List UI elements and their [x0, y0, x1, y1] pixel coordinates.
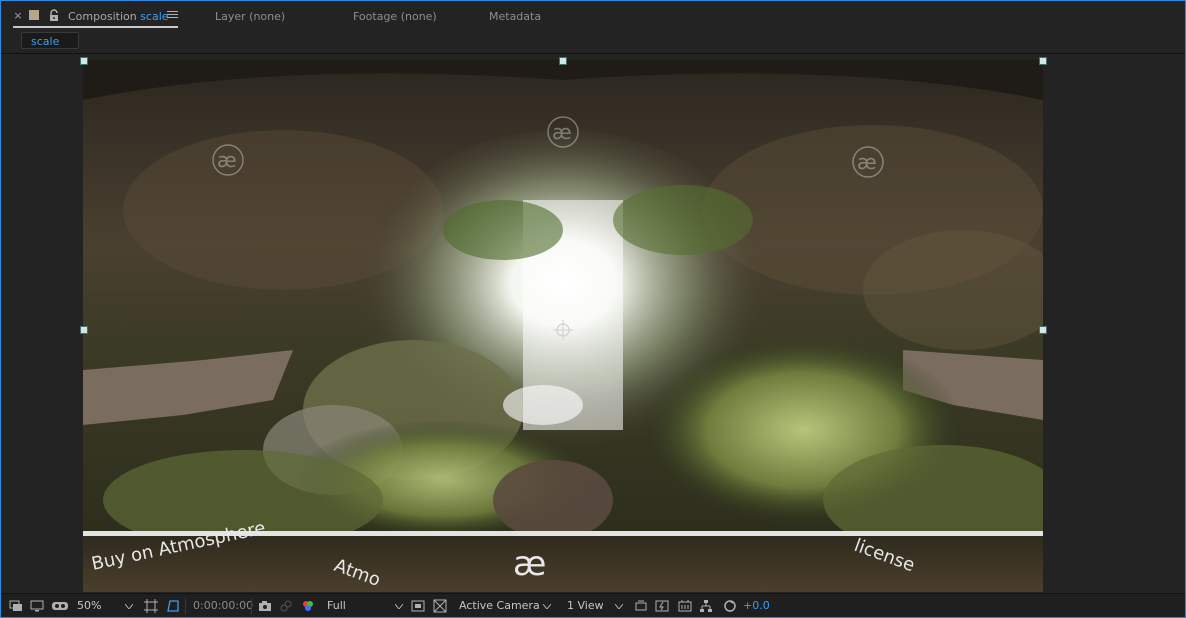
- panel-tab-bar: × Composition scale Layer (none) Footage…: [1, 1, 1185, 31]
- resolution-value: Full: [327, 599, 346, 612]
- view-layout-value: 1 View: [567, 599, 604, 612]
- active-tab-indicator: [13, 26, 178, 28]
- resolution-dropdown[interactable]: Full: [327, 597, 407, 614]
- show-snapshot-icon[interactable]: [279, 599, 293, 613]
- transparency-grid-icon[interactable]: [433, 599, 447, 613]
- zoom-dropdown[interactable]: 50%: [77, 597, 137, 614]
- tab-composition-label: Composition: [68, 10, 137, 23]
- flowchart-icon[interactable]: [699, 599, 713, 613]
- fast-previews-icon[interactable]: [655, 599, 669, 613]
- zoom-value: 50%: [77, 599, 102, 612]
- layer-handle-middle-right[interactable]: [1039, 326, 1047, 334]
- viewer-toolbar: 50% 0:00:00:00 Full Active Camera 1 View…: [1, 593, 1185, 617]
- color-channels-icon[interactable]: [301, 599, 315, 613]
- composition-chip[interactable]: scale: [21, 32, 79, 49]
- always-preview-icon[interactable]: [9, 599, 23, 613]
- camera-snapshot-icon[interactable]: [258, 599, 272, 613]
- tab-metadata[interactable]: Metadata: [489, 10, 541, 23]
- chevron-down-icon: [543, 604, 551, 609]
- separator: [251, 598, 252, 614]
- layer-handle-top-left[interactable]: [80, 57, 88, 65]
- reset-exposure-icon[interactable]: [723, 599, 737, 613]
- view-layout-dropdown[interactable]: 1 View: [567, 597, 629, 614]
- layer-handle-top-right[interactable]: [1039, 57, 1047, 65]
- chevron-down-icon: [615, 604, 623, 609]
- tab-composition[interactable]: Composition scale: [68, 10, 169, 23]
- panel-menu-icon[interactable]: [167, 9, 178, 21]
- composition-panel: × Composition scale Layer (none) Footage…: [0, 0, 1186, 618]
- composition-navigator: scale: [1, 31, 1185, 54]
- grid-guides-icon[interactable]: [144, 599, 158, 613]
- camera-view-dropdown[interactable]: Active Camera: [459, 597, 553, 614]
- timeline-icon[interactable]: [678, 599, 692, 613]
- vr-goggles-icon[interactable]: [51, 599, 69, 613]
- layer-handle-top-center[interactable]: [559, 57, 567, 65]
- svg-text:æ: æ: [513, 544, 546, 584]
- svg-text:æ: æ: [552, 120, 572, 144]
- tab-composition-name: scale: [140, 10, 169, 23]
- chevron-down-icon: [395, 604, 403, 609]
- svg-text:æ: æ: [857, 150, 877, 174]
- lock-icon[interactable]: [48, 8, 60, 22]
- monitor-icon[interactable]: [30, 599, 44, 613]
- separator: [185, 598, 186, 614]
- toggle-pixel-aspect-icon[interactable]: [634, 599, 648, 613]
- current-time[interactable]: 0:00:00:00: [193, 594, 253, 617]
- composition-viewer[interactable]: æ æ æ Buy on Atmosphere Atmo license æ: [1, 54, 1185, 592]
- mask-visibility-icon[interactable]: [166, 599, 180, 613]
- viewer-image[interactable]: æ æ æ Buy on Atmosphere Atmo license æ: [83, 60, 1063, 592]
- chevron-down-icon: [125, 604, 133, 609]
- exposure-value[interactable]: +0.0: [743, 594, 770, 617]
- tab-footage[interactable]: Footage (none): [353, 10, 437, 23]
- layer-handle-middle-left[interactable]: [80, 326, 88, 334]
- region-of-interest-icon[interactable]: [411, 599, 425, 613]
- svg-text:æ: æ: [217, 148, 237, 172]
- camera-view-value: Active Camera: [459, 599, 540, 612]
- tab-layer[interactable]: Layer (none): [215, 10, 285, 23]
- close-tab-icon[interactable]: ×: [13, 10, 23, 22]
- label-color-swatch[interactable]: [29, 10, 39, 20]
